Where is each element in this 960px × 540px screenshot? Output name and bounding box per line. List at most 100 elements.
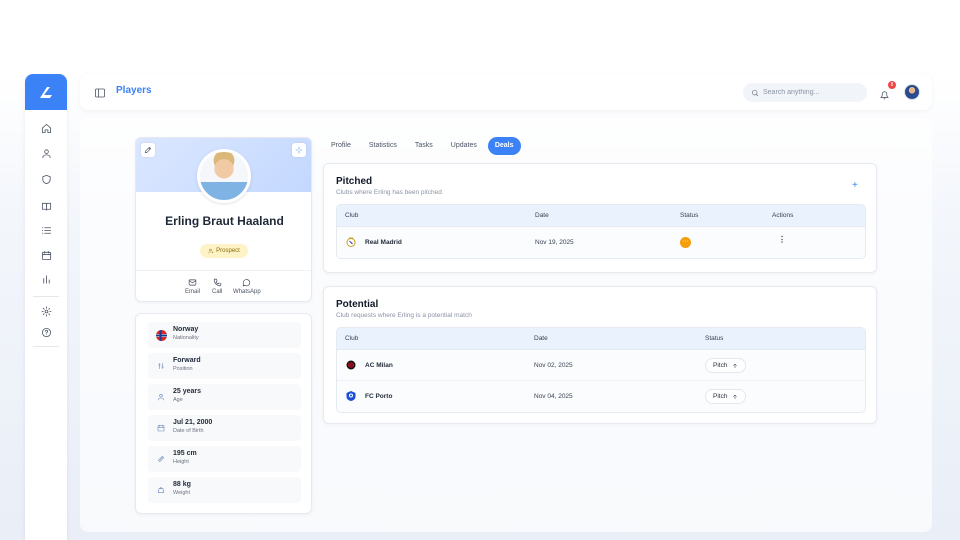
pitched-subtitle: Clubs where Erling has been pitched (336, 189, 442, 196)
call-label: Call (212, 289, 223, 295)
real-madrid-crest-icon (346, 237, 356, 247)
logo-mark-icon (40, 87, 52, 98)
column-header: Status (680, 212, 699, 219)
email-label: Email (185, 289, 201, 295)
tab-updates[interactable]: Updates (444, 137, 484, 155)
player-name: Erling Braut Haaland (165, 214, 284, 228)
column-header: Actions (772, 212, 794, 219)
phone-icon (213, 278, 221, 287)
info-value: Jul 21, 2000 (173, 419, 213, 426)
tab-statistics[interactable]: Statistics (362, 137, 404, 155)
arrow-up-icon (733, 363, 738, 368)
status-badge-label: Prospect (216, 248, 240, 254)
column-header: Club (345, 335, 359, 342)
topbar: Players 8 (80, 74, 932, 110)
info-label: Age (173, 397, 183, 403)
bell-icon[interactable] (880, 87, 890, 100)
table-row[interactable]: FC Porto Nov 04, 2025 Pitch (337, 381, 865, 412)
info-row-dob: Jul 21, 2000 Date of Birth (148, 415, 301, 441)
user-icon (154, 390, 168, 404)
email-button[interactable]: Email (185, 278, 200, 295)
sidebar-toggle-icon[interactable] (94, 86, 106, 98)
column-header: Date (535, 212, 549, 219)
ai-insights-button[interactable] (292, 143, 306, 157)
deal-date: Nov 19, 2025 (535, 239, 574, 246)
potential-card: Potential Club requests where Erling is … (323, 286, 877, 424)
club-cell: Real Madrid (345, 236, 402, 248)
home-icon[interactable] (38, 120, 54, 136)
shield-icon[interactable] (38, 171, 54, 187)
club-cell: AC Milan (345, 359, 393, 371)
pitch-button-label: Pitch (713, 393, 728, 400)
chart-icon[interactable] (38, 271, 54, 287)
fc-porto-crest-icon (346, 391, 356, 401)
pitched-table: Club Date Status Actions Real Madrid Nov… (336, 204, 866, 259)
add-pitch-button[interactable]: + (852, 180, 858, 191)
info-label: Weight (173, 490, 191, 496)
info-row-height: 195 cm Height (148, 446, 301, 472)
table-row[interactable]: AC Milan Nov 02, 2025 Pitch (337, 350, 865, 381)
search-icon (752, 89, 759, 96)
notification-badge: 8 (888, 81, 896, 89)
info-row-position: Forward Position (148, 353, 301, 379)
potential-title: Potential (336, 299, 379, 310)
app-logo[interactable] (25, 74, 67, 110)
pitched-title: Pitched (336, 176, 373, 187)
more-actions-button[interactable]: ⋮ (778, 235, 786, 244)
table-row[interactable]: Real Madrid Nov 19, 2025 ··· ⋮ (337, 227, 865, 258)
user-plus-icon (208, 248, 214, 254)
info-row-weight: 88 kg Weight (148, 477, 301, 503)
settings-icon[interactable] (38, 303, 54, 319)
deal-date: Nov 02, 2025 (534, 362, 573, 369)
book-icon[interactable] (38, 198, 54, 214)
potential-table: Club Date Status AC Milan Nov 02, 2025 P… (336, 327, 866, 413)
edit-icon (145, 146, 152, 153)
table-header: Club Date Status Actions (337, 205, 865, 227)
sidebar-divider (33, 296, 59, 297)
club-name: FC Porto (365, 392, 393, 400)
club-name: Real Madrid (365, 238, 402, 246)
chat-bubble-icon (243, 279, 251, 287)
search-input[interactable] (763, 89, 863, 96)
info-label: Height (173, 459, 189, 465)
edit-profile-button[interactable] (141, 143, 155, 157)
ruler-icon (154, 452, 168, 466)
user-icon[interactable] (38, 145, 54, 161)
player-photo (197, 149, 251, 203)
info-label: Position (173, 366, 193, 372)
list-icon[interactable] (38, 222, 54, 238)
deal-date: Nov 04, 2025 (534, 393, 573, 400)
pitch-button[interactable]: Pitch (705, 389, 747, 404)
tab-deals[interactable]: Deals (487, 137, 521, 155)
pitch-button[interactable]: Pitch (705, 358, 747, 373)
pitched-card: Pitched Clubs where Erling has been pitc… (323, 163, 877, 273)
status-badge: Prospect (200, 244, 248, 258)
search-box[interactable] (743, 83, 867, 102)
page-title: Players (116, 85, 152, 96)
info-value: 195 cm (173, 450, 197, 457)
call-button[interactable]: Call (212, 278, 222, 295)
whatsapp-label: WhatsApp (233, 289, 261, 295)
player-tabs: Profile Statistics Tasks Updates Deals (324, 137, 521, 155)
sparkle-icon (295, 146, 303, 154)
club-name: AC Milan (365, 361, 393, 369)
divider (136, 270, 311, 271)
calendar-icon (154, 421, 168, 435)
player-info-card: Norway Nationality Forward Position 25 y… (135, 313, 312, 514)
tab-tasks[interactable]: Tasks (408, 137, 440, 155)
sidebar-divider (33, 346, 59, 347)
column-header: Date (534, 335, 548, 342)
tab-profile[interactable]: Profile (324, 137, 358, 155)
calendar-icon[interactable] (38, 247, 54, 263)
weight-icon (154, 483, 168, 497)
help-icon[interactable] (38, 324, 54, 340)
table-header: Club Date Status (337, 328, 865, 350)
club-cell: FC Porto (345, 390, 392, 402)
pending-status-icon: ··· (680, 237, 691, 248)
info-value: 88 kg (173, 481, 191, 488)
info-row-nationality: Norway Nationality (148, 322, 301, 348)
whatsapp-button[interactable]: WhatsApp (233, 278, 261, 295)
info-value: Norway (173, 326, 199, 333)
info-label: Date of Birth (173, 428, 204, 434)
user-avatar[interactable] (904, 84, 920, 100)
